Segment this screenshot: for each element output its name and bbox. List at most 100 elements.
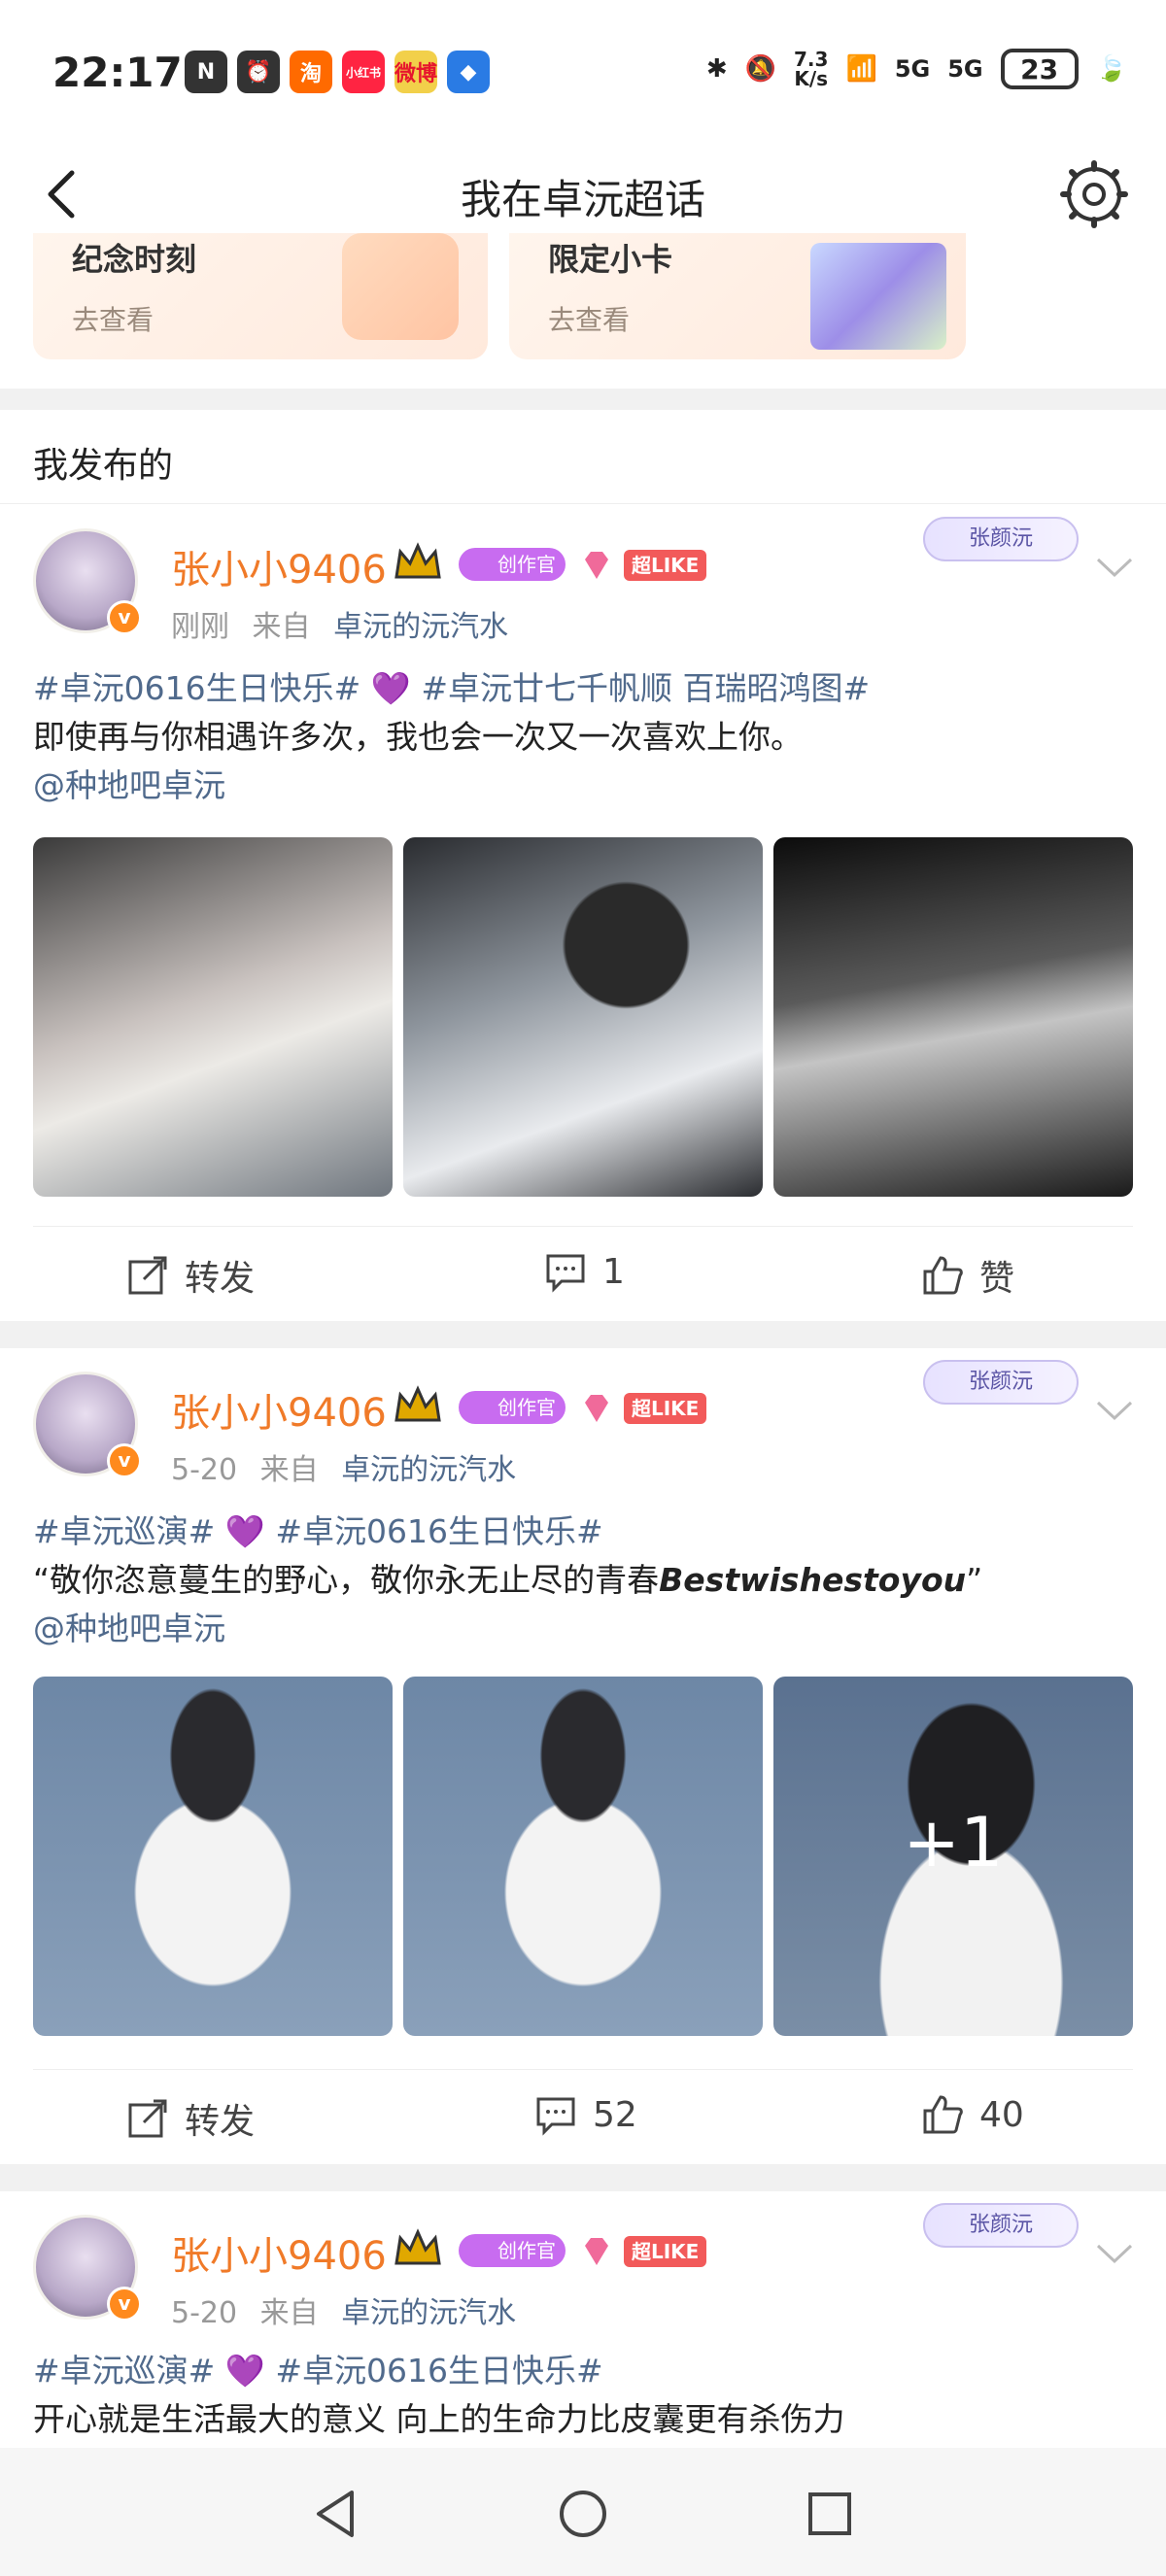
verified-badge-icon: v <box>107 1443 142 1478</box>
username[interactable]: 张小小9406 <box>171 2224 387 2281</box>
gem-icon <box>585 2238 608 2265</box>
leaf-icon: 🍃 <box>1095 54 1127 84</box>
post[interactable]: v 张小小9406 创作官 超LIKE 张颜沅 5-20 来自 卓沅的沅汽水 #… <box>0 2191 1166 2448</box>
repost-button[interactable]: 转发 <box>126 2093 255 2144</box>
mute-icon: 🔕 <box>744 54 776 84</box>
net-speed: 7.3 K/s <box>794 50 828 88</box>
crown-icon <box>394 2228 441 2265</box>
verified-badge-icon: v <box>107 600 142 635</box>
signal-2: 5G <box>947 55 983 83</box>
post-image[interactable] <box>33 837 393 1197</box>
post-meta: 5-20 来自 卓沅的沅汽水 <box>171 1445 516 1488</box>
post[interactable]: v 张小小9406 创作官 超LIKE 张颜沅 5-20 来自 卓沅的沅汽水 #… <box>0 1348 1166 2164</box>
verified-badge-icon: v <box>107 2287 142 2322</box>
post-text-bold: Bestwishestoyou <box>659 1561 967 1599</box>
status-time: 22:17 <box>52 49 183 96</box>
card-subtitle: 去查看 <box>548 304 631 336</box>
post-image[interactable] <box>403 837 763 1197</box>
card-memorial[interactable]: 纪念时刻 去查看 <box>33 233 488 359</box>
topic-tag[interactable]: #卓沅廿七千帆顺 百瑞昭鸿图# <box>421 669 870 707</box>
post-content: #卓沅巡演# 💜 #卓沅0616生日快乐# 开心就是生活最大的意义 向上的生命力… <box>33 2347 1133 2444</box>
repost-button[interactable]: 转发 <box>126 1250 255 1301</box>
comment-count: 52 <box>593 2094 637 2135</box>
battery-indicator: 23 <box>1000 49 1079 89</box>
like-label: 赞 <box>979 1259 1015 1299</box>
gear-icon[interactable] <box>1057 157 1131 231</box>
post[interactable]: v 张小小9406 创作官 超LIKE 张颜沅 刚刚 来自 卓沅的沅汽水 #卓沅… <box>0 505 1166 1321</box>
comment-button[interactable]: 1 <box>544 1250 625 1293</box>
comment-button[interactable]: 52 <box>534 2093 637 2136</box>
card-title: 限定小卡 <box>548 241 673 278</box>
topic-tag[interactable]: #卓沅0616生日快乐# <box>275 2352 602 2390</box>
share-icon <box>128 2099 167 2138</box>
topic-tag[interactable]: #卓沅巡演# <box>33 2352 215 2390</box>
super-like-badge: 超LIKE <box>624 550 707 581</box>
mention-link[interactable]: @种地吧卓沅 <box>33 762 1133 810</box>
post-source[interactable]: 卓沅的沅汽水 <box>341 2296 516 2330</box>
system-nav-bar <box>0 2448 1166 2576</box>
post-text-main: “敬你恣意蔓生的野心，敬你永无止尽的青春 <box>33 1561 660 1599</box>
post-image[interactable] <box>403 1677 763 2036</box>
gem-icon <box>585 552 608 579</box>
crown-icon <box>394 542 441 579</box>
heart-icon: 💜 <box>224 1512 265 1550</box>
bluetooth-icon: ✱ <box>705 54 728 84</box>
post-image[interactable] <box>33 1677 393 2036</box>
topic-tag[interactable]: #卓沅0616生日快乐# <box>33 669 360 707</box>
page-title: 我在卓沅超话 <box>460 176 705 223</box>
post-actions: 转发 1 赞 <box>33 1226 1133 1323</box>
post-text: 即使再与你相遇许多次，我也会一次又一次喜欢上你。 <box>33 718 803 756</box>
card-subtitle: 去查看 <box>72 304 154 336</box>
post-text-quote: ” <box>966 1561 983 1599</box>
weibo-icon: 微博 <box>394 51 437 93</box>
status-bar: 22:17 N ⏰ 淘 小红书 微博 ◆ ✱ 🔕 7.3 K/s 📶 5G 5G… <box>0 0 1166 146</box>
post-from-label: 来自 <box>252 610 311 644</box>
username[interactable]: 张小小9406 <box>171 538 387 594</box>
super-like-badge: 超LIKE <box>624 1393 707 1424</box>
status-right: ✱ 🔕 7.3 K/s 📶 5G 5G 23 🍃 <box>706 49 1127 89</box>
topic-tag[interactable]: #卓沅巡演# <box>33 1512 215 1550</box>
card-title: 纪念时刻 <box>72 241 197 278</box>
gem-icon <box>585 1395 608 1422</box>
nav-bar: 我在卓沅超话 <box>0 146 1166 243</box>
chevron-down-icon[interactable] <box>1094 1399 1135 1424</box>
post-content: #卓沅0616生日快乐# 💜 #卓沅廿七千帆顺 百瑞昭鸿图# 即使再与你相遇许多… <box>33 664 1133 810</box>
post-image[interactable]: +1 <box>773 1677 1133 2036</box>
home-circle-icon[interactable] <box>556 2487 610 2541</box>
like-count: 40 <box>979 2094 1024 2135</box>
creator-badge: 创作官 <box>459 1391 566 1424</box>
signature-sticker: 张颜沅 <box>923 1360 1079 1405</box>
post-image[interactable] <box>773 837 1133 1197</box>
like-button[interactable]: 40 <box>921 2093 1024 2136</box>
post-source[interactable]: 卓沅的沅汽水 <box>341 1453 516 1487</box>
post-from-label: 来自 <box>259 1453 319 1487</box>
post-actions: 转发 52 40 <box>33 2069 1133 2166</box>
divider <box>0 503 1166 504</box>
divider <box>0 1321 1166 1348</box>
section-title: 我发布的 <box>33 446 174 486</box>
heart-icon: 💜 <box>370 669 411 707</box>
net-speed-unit: K/s <box>794 67 829 90</box>
card-limited[interactable]: 限定小卡 去查看 <box>509 233 966 359</box>
heart-icon: 💜 <box>224 2352 265 2390</box>
username[interactable]: 张小小9406 <box>171 1381 387 1438</box>
signature-sticker: 张颜沅 <box>923 2203 1079 2248</box>
share-icon <box>128 1256 167 1295</box>
post-source[interactable]: 卓沅的沅汽水 <box>333 610 508 644</box>
status-app-icons: N ⏰ 淘 小红书 微博 ◆ <box>185 51 490 93</box>
chevron-down-icon[interactable] <box>1094 2242 1135 2267</box>
back-triangle-icon[interactable] <box>309 2487 363 2541</box>
creator-badge: 创作官 <box>459 548 566 581</box>
post-time: 5-20 <box>171 1453 238 1487</box>
xiaohongshu-icon: 小红书 <box>342 51 385 93</box>
post-meta: 刚刚 来自 卓沅的沅汽水 <box>171 602 508 645</box>
post-from-label: 来自 <box>259 2296 319 2330</box>
topic-tag[interactable]: #卓沅0616生日快乐# <box>275 1512 602 1550</box>
chevron-down-icon[interactable] <box>1094 556 1135 581</box>
like-button[interactable]: 赞 <box>921 1250 1014 1301</box>
more-images-count: +1 <box>903 1803 1004 1882</box>
recents-square-icon[interactable] <box>803 2487 857 2541</box>
repost-label: 转发 <box>185 1259 256 1299</box>
mention-link[interactable]: @种地吧卓沅 <box>33 1605 1133 1653</box>
creator-badge: 创作官 <box>459 2234 566 2267</box>
